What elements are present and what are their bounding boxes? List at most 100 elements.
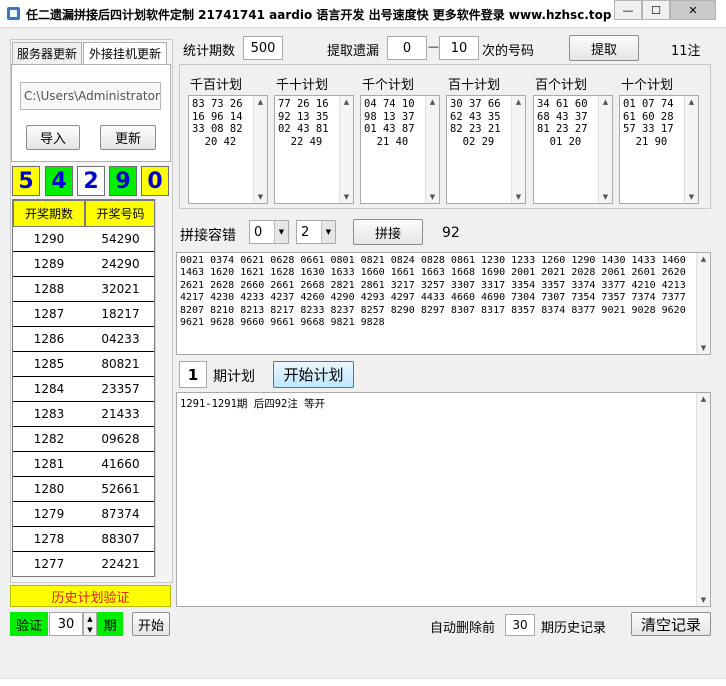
auto-delete-input[interactable]: 30 [505,614,535,636]
latest-digit: 9 [109,166,137,196]
table-row[interactable]: 1289 24290 [13,252,154,277]
scroll-down-icon[interactable]: ▼ [697,344,710,352]
tab-server-update[interactable]: 服务器更新 [12,42,82,64]
spin-down-icon[interactable]: ▼ [87,626,92,634]
maximize-button[interactable]: ☐ [642,0,670,20]
tab-plugin-update[interactable]: 外接挂机更新 [83,42,167,64]
verify-button[interactable]: 验证 [10,612,48,636]
miss-from-input[interactable]: 0 [387,36,427,60]
table-row[interactable]: 1284 23357 [13,377,154,402]
auto-delete-label: 自动删除前 [430,621,496,636]
chevron-down-icon[interactable]: ▼ [321,221,335,243]
start-plan-button[interactable]: 开始计划 [273,361,354,388]
spin-up-icon[interactable]: ▲ [87,615,92,623]
table-row[interactable]: 1285 80821 [13,352,154,377]
plan-scrollbar[interactable]: ▲ ▼ [598,96,612,203]
table-row[interactable]: 1287 18217 [13,302,154,327]
result-count: 92 [442,225,460,241]
column-header-period[interactable]: 开奖期数 [13,200,85,227]
minimize-button[interactable]: — [614,0,642,20]
close-button[interactable]: ✕ [670,0,716,20]
scroll-up-icon[interactable]: ▲ [685,98,698,106]
plan-title: 千十计划 [276,78,329,93]
scroll-down-icon[interactable]: ▼ [254,193,267,201]
number-cell: 09628 [85,427,154,452]
table-row[interactable]: 1290 54290 [13,227,154,252]
start-verify-button[interactable]: 开始 [132,612,170,636]
verify-periods-spinner[interactable]: ▲ ▼ [83,612,97,636]
period-cell: 1285 [13,352,85,377]
scroll-up-icon[interactable]: ▲ [340,98,353,106]
plan-textarea[interactable]: 01 07 74 61 60 28 57 33 17 21 90 ▲ ▼ [619,95,699,204]
update-button[interactable]: 更新 [100,125,156,150]
plan-period-input[interactable]: 1 [179,361,207,388]
scroll-up-icon[interactable]: ▲ [512,98,525,106]
table-row[interactable]: 1288 32021 [13,277,154,302]
scroll-down-icon[interactable]: ▼ [599,193,612,201]
number-cell: 54290 [85,227,154,252]
plan-scrollbar[interactable]: ▲ ▼ [684,96,698,203]
plan-textarea[interactable]: 77 26 16 92 13 35 02 43 81 22 49 ▲ ▼ [274,95,354,204]
log-text: 1291-1291期 后四92注 等开 [180,398,326,410]
table-row[interactable]: 1281 41660 [13,452,154,477]
table-row[interactable]: 1280 52661 [13,477,154,502]
table-row[interactable]: 1283 21433 [13,402,154,427]
concat-button[interactable]: 拼接 [353,219,423,245]
extract-button[interactable]: 提取 [569,35,639,61]
scroll-down-icon[interactable]: ▼ [685,193,698,201]
import-button[interactable]: 导入 [26,125,80,150]
number-cell: 88307 [85,527,154,552]
number-cell: 87374 [85,502,154,527]
log-scrollbar[interactable]: ▲ ▼ [696,393,710,606]
scroll-down-icon[interactable]: ▼ [426,193,439,201]
path-input[interactable]: C:\Users\Administrator\ [20,82,161,110]
period-cell: 1287 [13,302,85,327]
number-cell: 21433 [85,402,154,427]
table-row[interactable]: 1286 04233 [13,327,154,352]
tolerance-combo-2[interactable]: 2 ▼ [296,220,336,244]
plan-title: 百十计划 [448,78,501,93]
stat-periods-input[interactable]: 500 [243,36,283,60]
scroll-up-icon[interactable]: ▲ [426,98,439,106]
latest-digit: 2 [77,166,105,196]
plan-textarea[interactable]: 83 73 26 16 96 14 33 08 82 20 42 ▲ ▼ [188,95,268,204]
scroll-down-icon[interactable]: ▼ [512,193,525,201]
miss-to-input[interactable]: 10 [439,36,479,60]
table-row[interactable]: 1282 09628 [13,427,154,452]
scroll-up-icon[interactable]: ▲ [599,98,612,106]
plan-scrollbar[interactable]: ▲ ▼ [511,96,525,203]
scroll-down-icon[interactable]: ▼ [697,596,710,604]
table-row[interactable]: 1279 87374 [13,502,154,527]
plan-textarea[interactable]: 34 61 60 68 43 37 81 23 27 01 20 ▲ ▼ [533,95,613,204]
chevron-down-icon[interactable]: ▼ [274,221,288,243]
plan-scrollbar[interactable]: ▲ ▼ [339,96,353,203]
app-icon [7,7,20,20]
number-cell: 23357 [85,377,154,402]
clear-records-button[interactable]: 清空记录 [631,612,711,636]
tolerance-combo-1[interactable]: 0 ▼ [249,220,289,244]
period-unit-label: 期 [97,612,123,636]
scroll-up-icon[interactable]: ▲ [697,255,710,263]
result-scrollbar[interactable]: ▲ ▼ [696,253,710,354]
period-cell: 1283 [13,402,85,427]
period-cell: 1277 [13,552,85,576]
scroll-up-icon[interactable]: ▲ [697,395,710,403]
table-row[interactable]: 1278 88307 [13,527,154,552]
period-cell: 1280 [13,477,85,502]
window-bottom-border [0,678,726,686]
table-scrollbar[interactable] [155,199,170,577]
log-textarea[interactable]: 1291-1291期 后四92注 等开 ▲ ▼ [176,392,711,607]
verify-periods-input[interactable]: 30 [49,612,83,636]
plan-textarea[interactable]: 30 37 66 62 43 35 82 23 21 02 29 ▲ ▼ [446,95,526,204]
plan-numbers: 77 26 16 92 13 35 02 43 81 22 49 [278,98,329,148]
column-header-number[interactable]: 开奖号码 [85,200,154,227]
table-row[interactable]: 1277 22421 [13,552,154,576]
plan-scrollbar[interactable]: ▲ ▼ [253,96,267,203]
window-title: 任二遗漏拼接后四计划软件定制 21741741 aardio 语言开发 出号速度… [26,8,612,22]
result-textarea[interactable]: 0021 0374 0621 0628 0661 0801 0821 0824 … [176,252,711,355]
number-cell: 32021 [85,277,154,302]
plan-scrollbar[interactable]: ▲ ▼ [425,96,439,203]
scroll-down-icon[interactable]: ▼ [340,193,353,201]
scroll-up-icon[interactable]: ▲ [254,98,267,106]
plan-textarea[interactable]: 04 74 10 98 13 37 01 43 87 21 40 ▲ ▼ [360,95,440,204]
